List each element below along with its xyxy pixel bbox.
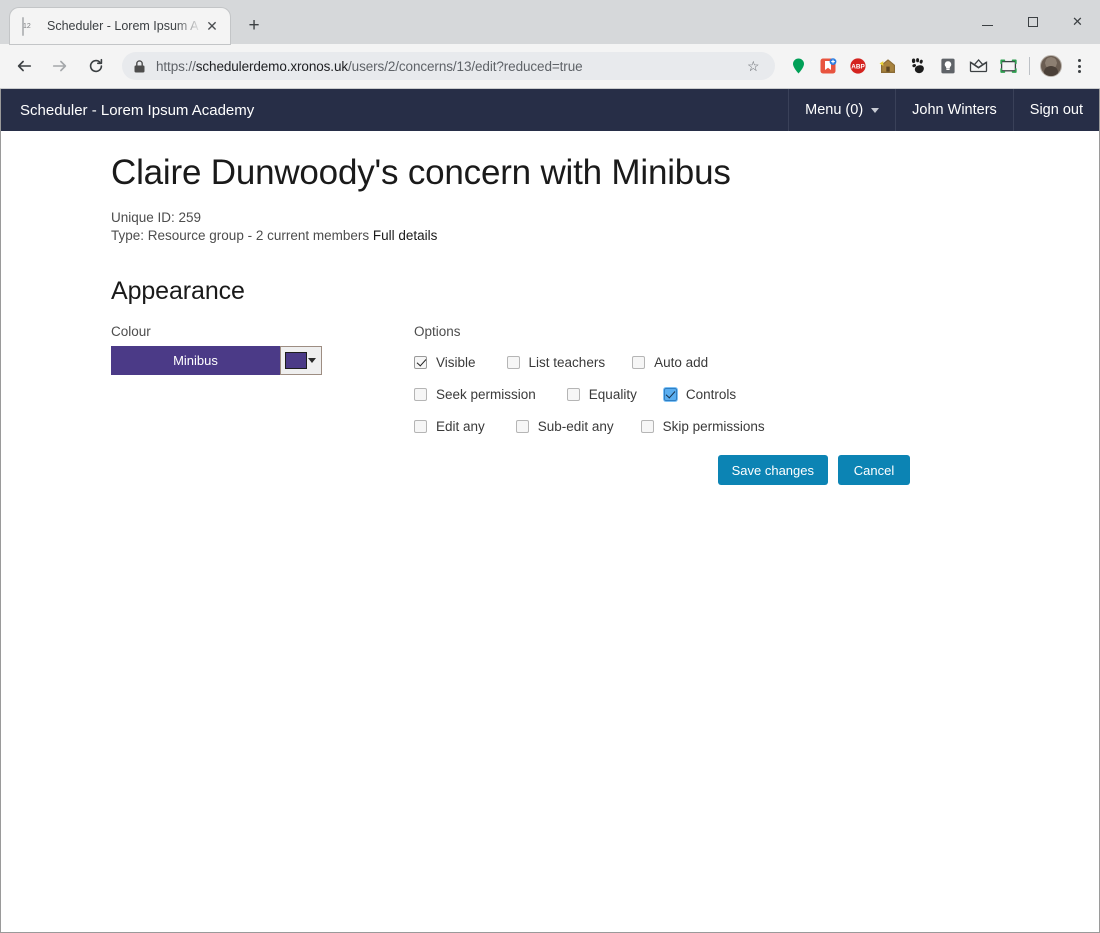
checkbox-list-teachers[interactable]: List teachers [506, 354, 606, 370]
checkbox-box[interactable] [414, 355, 427, 369]
checkbox-box[interactable] [566, 387, 580, 401]
minimize-button[interactable] [965, 0, 1010, 44]
chevron-down-icon [308, 358, 316, 364]
calendar-icon: 12 [22, 17, 38, 36]
url-text: https://schedulerdemo.xronos.uk/users/2/… [156, 58, 583, 74]
tab-close-icon[interactable]: ✕ [202, 16, 222, 36]
page-content: Claire Dunwoody's concern with Minibus U… [1, 131, 1099, 486]
address-bar[interactable]: https://schedulerdemo.xronos.uk/users/2/… [122, 52, 775, 80]
home-extension-icon[interactable] [874, 52, 902, 80]
forward-icon[interactable] [44, 50, 76, 82]
checkbox-label: Controls [685, 386, 737, 402]
options-column: Options Visible List teachers Auto add S… [414, 324, 1099, 486]
nav-menu-dropdown[interactable]: Menu (0) [788, 89, 895, 131]
new-tab-button[interactable]: + [240, 12, 268, 40]
checkbox-auto-add[interactable]: Auto add [632, 355, 708, 370]
bookmark-star-icon[interactable]: ☆ [747, 59, 763, 73]
nav-menu-label: Menu (0) [805, 102, 864, 118]
full-details-link[interactable]: Full details [373, 228, 438, 243]
checkbox-label: Equality [588, 386, 637, 402]
lightbulb-extension-icon[interactable] [934, 52, 962, 80]
checkbox-label: Edit any [436, 418, 485, 434]
colour-swatch [285, 352, 307, 370]
cancel-button[interactable]: Cancel [838, 455, 910, 486]
lock-icon [134, 59, 146, 73]
checkbox-box[interactable] [506, 355, 520, 369]
checkbox-label: List teachers [528, 354, 606, 370]
options-row: Seek permission Equality Controls [414, 378, 1099, 410]
window-controls: ✕ [965, 0, 1100, 44]
checkbox-controls[interactable]: Controls [663, 386, 737, 402]
reload-icon[interactable] [80, 50, 112, 82]
app-navbar: Scheduler - Lorem Ipsum Academy Menu (0)… [1, 89, 1099, 131]
browser-window: 12 Scheduler - Lorem Ipsum A ✕ + ✕ h [0, 0, 1100, 933]
checkbox-equality[interactable]: Equality [566, 386, 637, 402]
colour-label: Colour [111, 324, 151, 340]
colour-column: Colour Minibus [111, 324, 414, 485]
page-title: Claire Dunwoody's concern with Minibus [111, 153, 731, 192]
colour-name-field[interactable]: Minibus [111, 346, 280, 376]
checkbox-label: Visible [436, 354, 476, 370]
save-changes-button[interactable]: Save changes [717, 455, 828, 486]
adblock-plus-extension-icon[interactable]: ABP [844, 52, 872, 80]
checkbox-label: Seek permission [436, 386, 536, 402]
type-text: Type: Resource group - 2 current members [111, 228, 370, 244]
maximize-button[interactable] [1010, 0, 1055, 44]
checkbox-box[interactable] [414, 387, 427, 401]
back-icon[interactable] [8, 50, 40, 82]
section-title-appearance: Appearance [111, 277, 245, 306]
page-viewport: Scheduler - Lorem Ipsum Academy Menu (0)… [0, 89, 1100, 933]
checkbox-box[interactable] [414, 419, 427, 433]
extension-icons: ABP [783, 52, 1092, 80]
options-checkbox-grid: Visible List teachers Auto add Seek perm… [414, 346, 1099, 442]
checkbox-edit-any[interactable]: Edit any [414, 419, 485, 434]
unique-id-text: Unique ID: 259 [111, 210, 202, 226]
checkbox-visible[interactable]: Visible [414, 355, 476, 370]
checkbox-label: Auto add [654, 354, 709, 370]
chevron-down-icon [871, 107, 880, 113]
checkbox-skip-permissions[interactable]: Skip permissions [640, 418, 765, 434]
gnome-extension-icon[interactable] [904, 52, 932, 80]
colour-control[interactable]: Minibus [111, 346, 322, 376]
tab-title: Scheduler - Lorem Ipsum A [47, 19, 199, 33]
browser-toolbar: https://schedulerdemo.xronos.uk/users/2/… [0, 44, 1100, 89]
mail-envelope-extension-icon[interactable] [964, 52, 992, 80]
tab-strip: 12 Scheduler - Lorem Ipsum A ✕ + ✕ [0, 0, 1100, 44]
options-label: Options [414, 324, 461, 340]
checkbox-sub-edit-any[interactable]: Sub-edit any [515, 418, 614, 434]
page-meta: Unique ID: 259 Type: Resource group - 2 … [111, 209, 1099, 245]
checkbox-box[interactable] [663, 387, 677, 401]
browser-tab[interactable]: 12 Scheduler - Lorem Ipsum A ✕ [10, 8, 230, 44]
options-row: Edit any Sub-edit any Skip permissions [414, 410, 1099, 442]
checkbox-box[interactable] [515, 419, 529, 433]
close-window-button[interactable]: ✕ [1055, 0, 1100, 44]
svg-text:ABP: ABP [851, 64, 865, 71]
toolbar-divider [1029, 57, 1030, 75]
location-pin-extension-icon[interactable] [784, 52, 812, 80]
screenshot-extension-icon[interactable] [994, 52, 1022, 80]
nav-sign-out[interactable]: Sign out [1012, 89, 1099, 131]
app-brand[interactable]: Scheduler - Lorem Ipsum Academy [1, 89, 269, 131]
checkbox-box[interactable] [640, 419, 654, 433]
options-row: Visible List teachers Auto add [414, 346, 1099, 378]
checkbox-seek-permission[interactable]: Seek permission [414, 387, 536, 402]
checkbox-label: Sub-edit any [537, 418, 614, 434]
type-line: Type: Resource group - 2 current members… [111, 227, 1099, 245]
appearance-form-row: Colour Minibus Options Visible List teac… [111, 324, 1099, 486]
colour-picker-dropdown[interactable] [280, 346, 322, 376]
form-actions: Save changes Cancel [414, 455, 910, 486]
bookmark-manager-extension-icon[interactable] [814, 52, 842, 80]
checkbox-label: Skip permissions [662, 418, 765, 434]
nav-user[interactable]: John Winters [895, 89, 1013, 131]
navbar-right: Menu (0) John Winters Sign out [788, 89, 1099, 131]
profile-avatar[interactable] [1037, 52, 1065, 80]
checkbox-box[interactable] [632, 355, 646, 369]
chrome-menu-icon[interactable] [1066, 52, 1092, 80]
